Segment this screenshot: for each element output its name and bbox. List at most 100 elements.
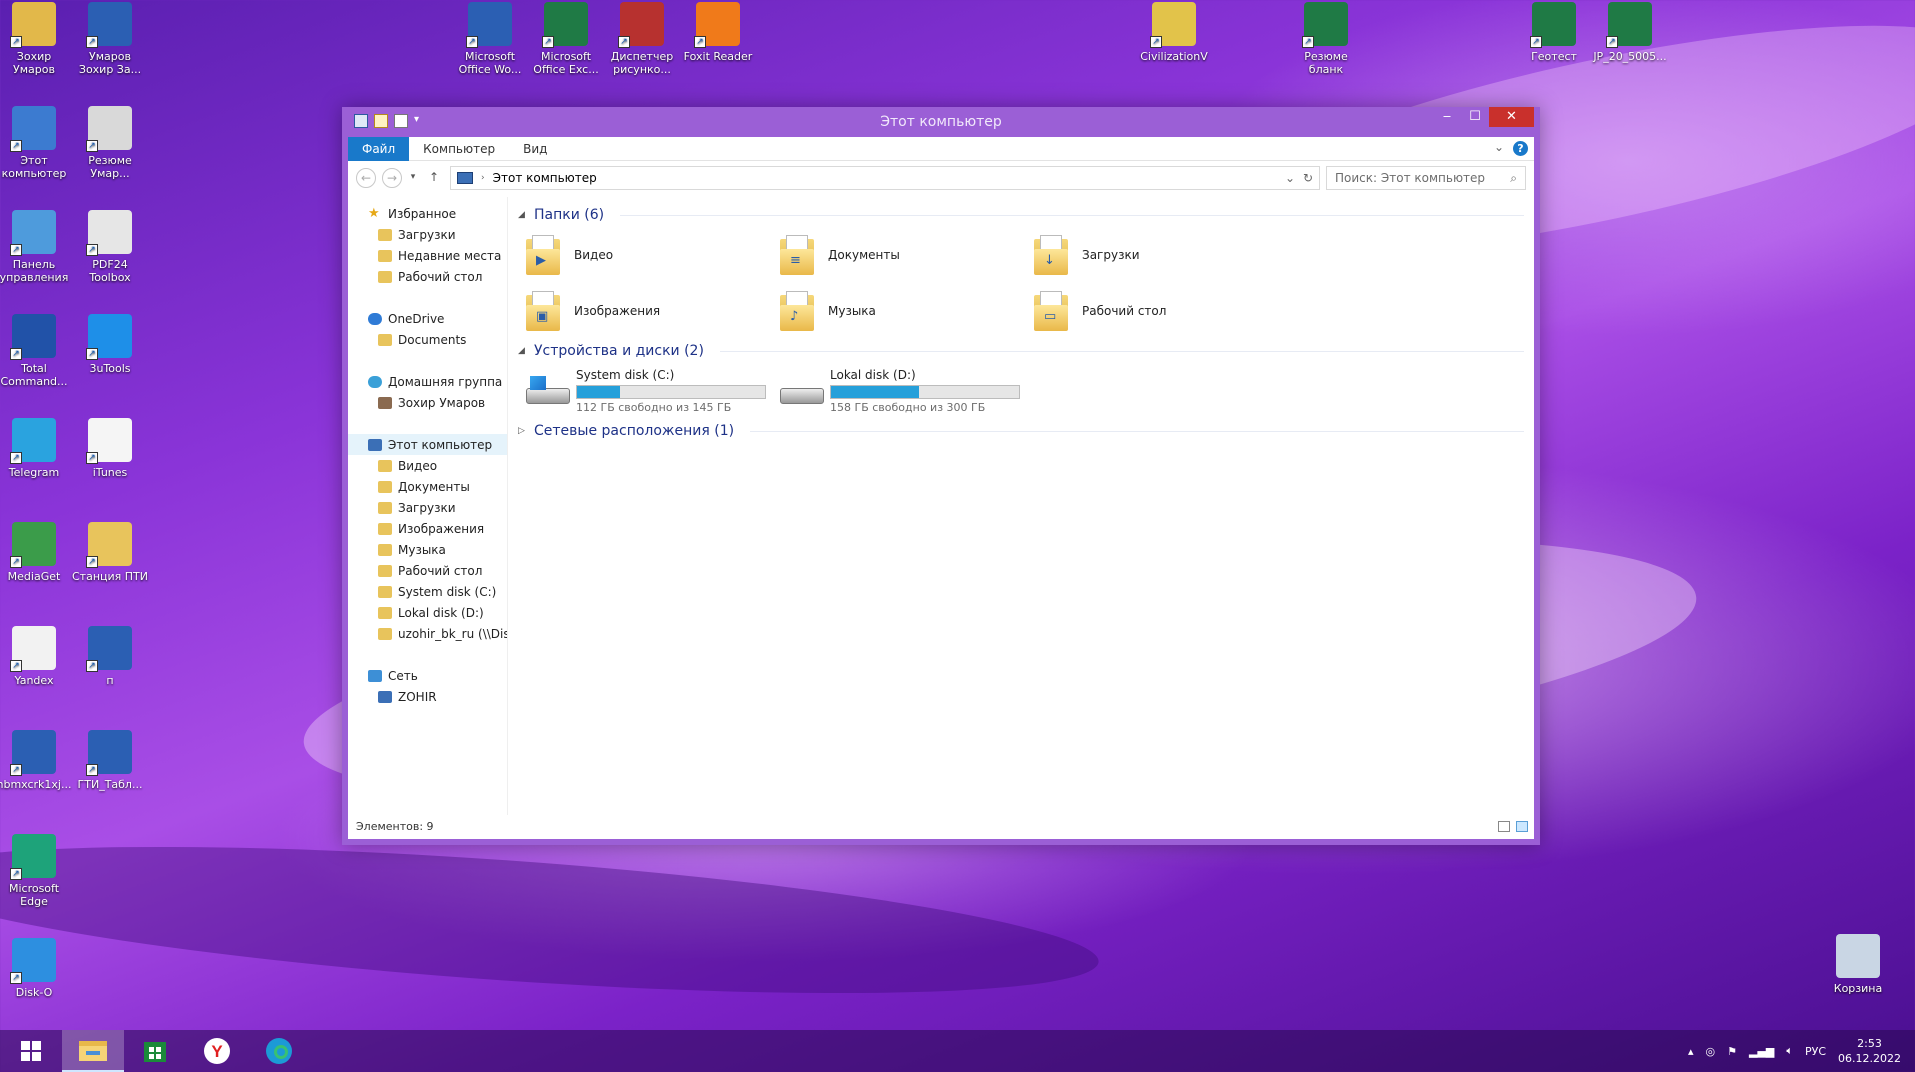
shortcut-label: CivilizationV	[1140, 50, 1208, 63]
show-hidden-icons-icon[interactable]: ▴	[1688, 1045, 1694, 1058]
clock[interactable]: 2:53 06.12.2022	[1838, 1036, 1901, 1066]
desktop-shortcut[interactable]: ↗ Этот компьютер	[0, 106, 72, 180]
group-network-header[interactable]: ▷ Сетевые расположения (1)	[518, 419, 1524, 443]
group-devices-header[interactable]: ◢ Устройства и диски (2)	[518, 339, 1524, 363]
desktop-shortcut[interactable]: ↗ п	[72, 626, 148, 687]
nav-item[interactable]: uzohir_bk_ru (\\Disk	[348, 623, 507, 644]
taskbar-store-button[interactable]	[124, 1030, 186, 1072]
address-dropdown-icon[interactable]: ⌄	[1285, 171, 1295, 185]
folder-item[interactable]: ↓ Загрузки	[1034, 227, 1288, 283]
folder-item[interactable]: ▣ Изображения	[526, 283, 780, 339]
forward-button[interactable]: →	[382, 168, 402, 188]
maximize-button[interactable]: ☐	[1461, 107, 1489, 127]
desktop-shortcut[interactable]: ↗ Умаров Зохир За...	[72, 2, 148, 76]
nav-item[interactable]: Рабочий стол	[348, 266, 507, 287]
desktop-shortcut[interactable]: ↗ JP_20_5005...	[1592, 2, 1668, 63]
recent-locations-button[interactable]: ▾	[408, 168, 418, 188]
desktop-shortcut[interactable]: ↗ PDF24 Toolbox	[72, 210, 148, 284]
tab-computer[interactable]: Компьютер	[409, 137, 509, 161]
collapse-icon[interactable]: ◢	[518, 346, 526, 356]
desktop-shortcut[interactable]: ↗ Microsoft Edge	[0, 834, 72, 908]
desktop-shortcut[interactable]: ↗ Резюме бланк	[1288, 2, 1364, 76]
expand-icon[interactable]: ▷	[518, 426, 526, 436]
group-folders-header[interactable]: ◢ Папки (6)	[518, 203, 1524, 227]
desktop-shortcut[interactable]: ↗ Панель управления	[0, 210, 72, 284]
network-signal-icon[interactable]: ▂▄▆	[1749, 1045, 1774, 1058]
nav-item[interactable]: Documents	[348, 329, 507, 350]
desktop-shortcut[interactable]: ↗ Yandex	[0, 626, 72, 687]
folder-item[interactable]: ▶ Видео	[526, 227, 780, 283]
folder-item[interactable]: ▭ Рабочий стол	[1034, 283, 1288, 339]
nav-favorites[interactable]: ★ Избранное	[348, 203, 507, 224]
shortcut-arrow-icon: ↗	[1606, 36, 1618, 48]
tab-view[interactable]: Вид	[509, 137, 561, 161]
desktop-shortcut[interactable]: ↗ iTunes	[72, 418, 148, 479]
volume-icon[interactable]: 🔈︎	[1786, 1044, 1793, 1058]
minimize-button[interactable]: ‒	[1433, 107, 1461, 127]
nav-network[interactable]: Сеть	[348, 665, 507, 686]
nav-item[interactable]: Документы	[348, 476, 507, 497]
desktop-shortcut[interactable]: ↗ 3uTools	[72, 314, 148, 375]
desktop-shortcut[interactable]: ↗ Microsoft Office Exc...	[528, 2, 604, 76]
taskbar-edge-button[interactable]	[248, 1030, 310, 1072]
folder-item[interactable]: ♪ Музыка	[780, 283, 1034, 339]
breadcrumb-separator-icon[interactable]: ›	[481, 173, 485, 183]
taskbar-explorer-button[interactable]	[62, 1030, 124, 1072]
expand-ribbon-icon[interactable]: ⌄	[1494, 140, 1504, 154]
drive-item[interactable]: System disk (C:) 112 ГБ свободно из 145 Г…	[526, 363, 780, 419]
nav-this-pc[interactable]: Этот компьютер	[348, 434, 507, 455]
input-language[interactable]: РУС	[1805, 1045, 1826, 1058]
desktop-shortcut[interactable]: ↗ Disk-O	[0, 938, 72, 999]
nav-item[interactable]: Изображения	[348, 518, 507, 539]
desktop-shortcut[interactable]: ↗ Резюме Умар...	[72, 106, 148, 180]
desktop-shortcut[interactable]: ↗ Диспетчер рисунко...	[604, 2, 680, 76]
desktop-shortcut[interactable]: ↗ Microsoft Office Wo...	[452, 2, 528, 76]
desktop-shortcut[interactable]: ↗ ГТИ_Табл...	[72, 730, 148, 791]
nav-item[interactable]: Видео	[348, 455, 507, 476]
desktop-shortcut[interactable]: ↗ MediaGet	[0, 522, 72, 583]
nav-onedrive[interactable]: OneDrive	[348, 308, 507, 329]
shortcut-label: Зохир Умаров	[13, 50, 55, 76]
nav-item[interactable]: System disk (C:)	[348, 581, 507, 602]
nav-homegroup[interactable]: Домашняя группа	[348, 371, 507, 392]
disk-o-tray-icon[interactable]: ◎	[1706, 1045, 1716, 1058]
nav-item[interactable]: Музыка	[348, 539, 507, 560]
address-bar[interactable]: › Этот компьютер ⌄ ↻	[450, 166, 1320, 190]
desktop-shortcut[interactable]: ↗ Foxit Reader	[680, 2, 756, 63]
title-bar[interactable]: ▾ Этот компьютер ‒ ☐ ✕	[348, 107, 1534, 137]
desktop-shortcut[interactable]: ↗ Telegram	[0, 418, 72, 479]
nav-item[interactable]: Рабочий стол	[348, 560, 507, 581]
collapse-icon[interactable]: ◢	[518, 210, 526, 220]
action-center-icon[interactable]: ⚑	[1727, 1045, 1737, 1058]
desktop-shortcut[interactable]: ↗ Total Command...	[0, 314, 72, 388]
nav-item[interactable]: Недавние места	[348, 245, 507, 266]
nav-item[interactable]: Lokal disk (D:)	[348, 602, 507, 623]
nav-item[interactable]: Загрузки	[348, 497, 507, 518]
tiles-view-icon[interactable]	[1516, 821, 1528, 832]
up-button[interactable]: ↑	[424, 168, 444, 188]
search-input[interactable]: Поиск: Этот компьютер ⌕	[1326, 166, 1526, 190]
tab-file[interactable]: Файл	[348, 136, 410, 161]
desktop-shortcut[interactable]: ↗ Зохир Умаров	[0, 2, 72, 76]
refresh-icon[interactable]: ↻	[1303, 171, 1313, 185]
nav-item[interactable]: Загрузки	[348, 224, 507, 245]
desktop-shortcut[interactable]: ↗ Станция ПТИ	[72, 522, 148, 583]
search-icon[interactable]: ⌕	[1510, 171, 1517, 186]
details-view-icon[interactable]	[1498, 821, 1510, 832]
help-icon[interactable]: ?	[1513, 141, 1528, 156]
start-button[interactable]	[0, 1030, 62, 1072]
back-button[interactable]: ←	[356, 168, 376, 188]
desktop-shortcut[interactable]: Корзина	[1820, 934, 1896, 995]
nav-item[interactable]: ZOHIR	[348, 686, 507, 707]
desktop-shortcut[interactable]: ↗ nbmxcrk1xj...	[0, 730, 72, 791]
desktop-shortcut[interactable]: ↗ CivilizationV	[1136, 2, 1212, 63]
nav-item[interactable]: Зохир Умаров	[348, 392, 507, 413]
desktop-shortcut[interactable]: ↗ Геотест	[1516, 2, 1592, 63]
close-button[interactable]: ✕	[1489, 107, 1534, 127]
folder-item[interactable]: ≡ Документы	[780, 227, 1034, 283]
taskbar-yandex-button[interactable]: Y	[186, 1030, 248, 1072]
drive-item[interactable]: Lokal disk (D:) 158 ГБ свободно из 300 ГБ	[780, 363, 1034, 419]
breadcrumb[interactable]: Этот компьютер	[493, 171, 597, 185]
explorer-window[interactable]: ▾ Этот компьютер ‒ ☐ ✕ Файл Компьютер Ви…	[342, 107, 1540, 845]
drive-usage-fill	[577, 386, 621, 398]
